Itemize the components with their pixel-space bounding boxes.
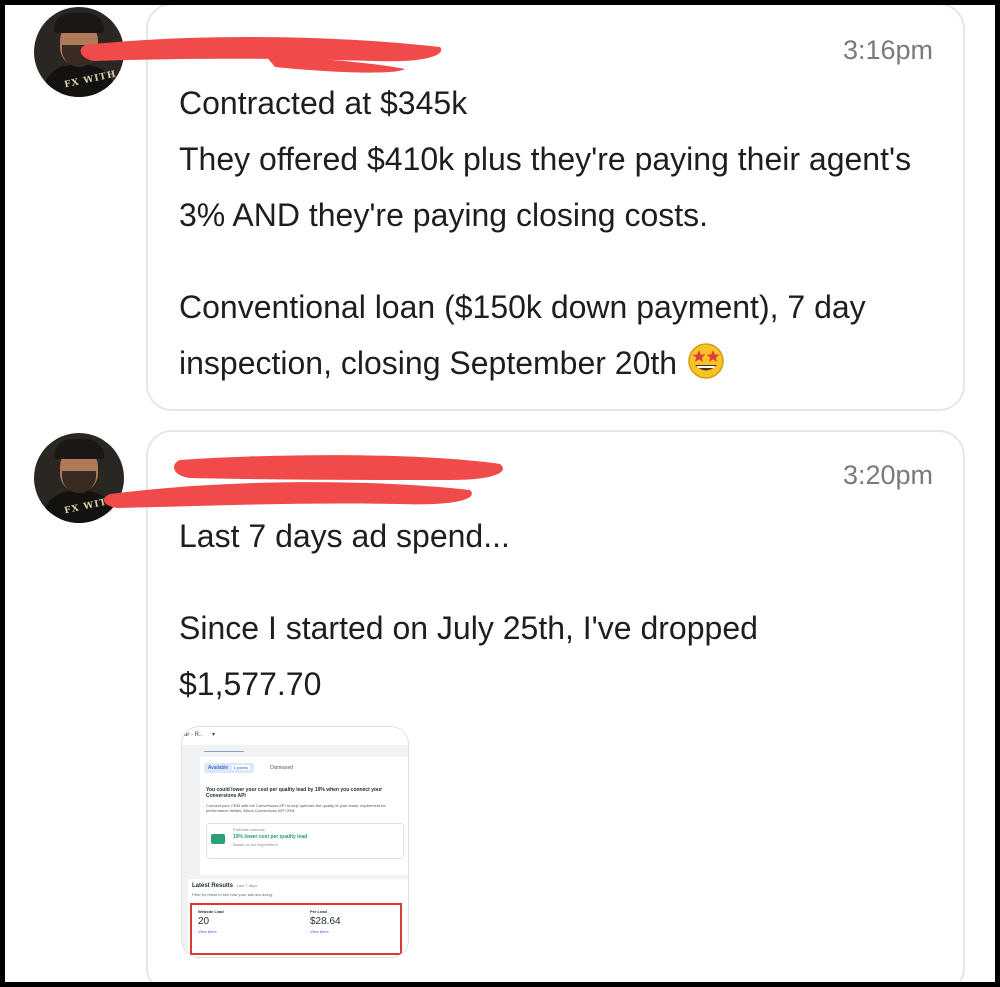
- chat-screenshot: FX WITH 3:16pm Contracted at $345k They …: [5, 5, 995, 982]
- tab-dismissed[interactable]: Dismissed: [270, 765, 293, 771]
- metric-per-lead[interactable]: Per Lead $28.64 View More: [310, 909, 341, 934]
- message-text: Contracted at $345k They offered $410k p…: [179, 75, 923, 391]
- message-timestamp: 3:20pm: [842, 460, 933, 490]
- outcome-label: Potential outcome: [233, 827, 266, 832]
- tab-available[interactable]: Available 1 points: [204, 763, 254, 773]
- outcome-note: Based on our experiment: [233, 842, 278, 847]
- outcome-box: Potential outcome 19% lower cost per qua…: [206, 823, 404, 859]
- message-timestamp: 3:16pm: [842, 35, 933, 65]
- message-line: They offered $410k plus they're paying t…: [179, 141, 912, 233]
- results-subtitle: Filter by result to see how your ads are…: [192, 892, 273, 897]
- redaction-mark: [80, 36, 442, 73]
- message-line: Conventional loan ($150k down payment), …: [179, 289, 866, 381]
- ads-topbar: ar - R.. ▾: [182, 727, 408, 745]
- results-panel: Latest Results Last 7 days Filter by res…: [188, 879, 408, 957]
- recommendation-body: Connect your CRM with the Conversions AP…: [206, 803, 386, 813]
- redaction-mark: [103, 455, 503, 508]
- message-line: Since I started on July 25th, I've dropp…: [179, 610, 758, 702]
- metric-website-lead[interactable]: Website Lead 20 View More: [198, 909, 224, 934]
- message-text: Last 7 days ad spend... Since I started …: [179, 508, 923, 712]
- recommendation-panel: Available 1 points Dismissed You could l…: [200, 757, 408, 875]
- results-title: Latest Results Last 7 days: [192, 883, 258, 889]
- outcome-value: 19% lower cost per quality lead: [233, 834, 308, 840]
- metrics-highlight: Website Lead 20 View More Per Lead $28.6…: [190, 903, 402, 955]
- recommendation-title: You could lower your cost per quality le…: [206, 787, 383, 799]
- account-dropdown[interactable]: ar - R..: [184, 732, 202, 738]
- chevron-down-icon: ▾: [212, 732, 216, 738]
- outcome-icon: [211, 834, 225, 844]
- ads-screenshot-attachment[interactable]: ar - R.. ▾ Available 1 points Dismissed …: [181, 726, 409, 958]
- star-struck-emoji-icon: [688, 343, 724, 379]
